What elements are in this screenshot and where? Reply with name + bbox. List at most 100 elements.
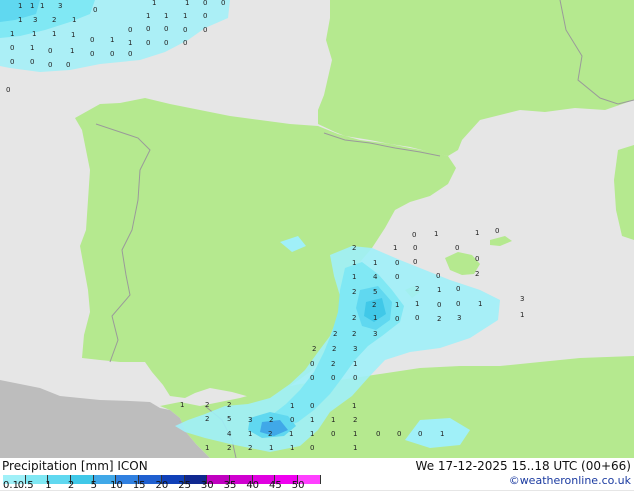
label-53: 1 — [352, 259, 356, 267]
label-73: 0 — [456, 300, 460, 308]
label-49: 2 — [352, 244, 356, 252]
label-14: 1 — [164, 12, 168, 20]
label-29: 0 — [146, 39, 150, 47]
label-61: 4 — [373, 273, 378, 281]
label-59: 1 — [352, 273, 356, 281]
label-19: 1 — [52, 30, 56, 38]
map-footer: Precipitation [mm] ICON We 17-12-2025 15… — [0, 458, 634, 491]
label-102: 3 — [248, 416, 252, 424]
label-39: 0 — [48, 61, 52, 69]
label-12: 1 — [72, 16, 76, 24]
legend-tick: 1 — [45, 480, 52, 491]
label-22: 0 — [146, 25, 150, 33]
label-40: 0 — [128, 50, 132, 58]
label-47: 1 — [475, 229, 479, 237]
label-27: 1 — [110, 36, 114, 44]
legend-tick: 45 — [269, 480, 282, 491]
label-113: 0 — [331, 430, 335, 438]
legend-tick: 0.5 — [17, 480, 34, 491]
label-24: 0 — [183, 26, 187, 34]
label-58: 0 — [436, 272, 440, 280]
label-52: 0 — [455, 244, 459, 252]
label-32: 0 — [110, 50, 114, 58]
label-96: 2 — [227, 401, 231, 409]
label-98: 0 — [310, 402, 314, 410]
label-44: 1 — [30, 2, 34, 10]
label-107: 2 — [353, 416, 357, 424]
label-28: 1 — [128, 39, 132, 47]
label-74: 1 — [478, 300, 482, 308]
label-111: 1 — [289, 430, 293, 438]
label-3: 3 — [58, 2, 62, 10]
label-69: 2 — [372, 301, 376, 309]
label-70: 1 — [395, 301, 399, 309]
label-84: 3 — [373, 330, 377, 338]
label-86: 2 — [332, 345, 336, 353]
label-18: 1 — [32, 30, 36, 38]
label-11: 2 — [52, 16, 56, 24]
label-1: 1 — [18, 2, 22, 10]
label-7: 0 — [203, 0, 207, 7]
label-112: 1 — [310, 430, 314, 438]
legend-tick: 50 — [291, 480, 305, 491]
label-99: 1 — [352, 402, 356, 410]
label-67: 5 — [373, 288, 377, 296]
label-106: 1 — [331, 416, 335, 424]
label-30: 0 — [164, 39, 168, 47]
label-108: 4 — [227, 430, 232, 438]
label-77: 1 — [373, 314, 377, 322]
label-13: 1 — [146, 12, 150, 20]
label-72: 0 — [437, 301, 441, 309]
label-117: 0 — [418, 430, 422, 438]
label-75: 1 — [520, 311, 524, 319]
label-62: 2 — [475, 270, 479, 278]
label-90: 1 — [353, 360, 357, 368]
label-38: 0 — [30, 58, 34, 66]
label-25: 0 — [203, 26, 207, 34]
label-5: 1 — [152, 0, 156, 7]
label-103: 2 — [269, 416, 273, 424]
label-4: 0 — [93, 6, 97, 14]
label-71: 1 — [415, 300, 419, 308]
label-115: 0 — [376, 430, 380, 438]
label-50: 1 — [393, 244, 397, 252]
label-46: 1 — [434, 230, 438, 238]
label-124: 0 — [310, 444, 314, 452]
label-56: 0 — [413, 258, 417, 266]
precipitation-map: 1 1 3 0 1 1 0 0 1 3 2 1 1 1 1 0 1 1 1 1 … — [0, 0, 634, 459]
label-110: 2 — [268, 430, 272, 438]
legend-tick: 20 — [155, 480, 169, 491]
label-37: 0 — [10, 58, 14, 66]
label-81: 3 — [457, 314, 461, 322]
legend-tick-labels: 0.1 0.5 1 2 5 10 15 20 25 30 35 40 45 50 — [0, 480, 634, 491]
label-33: 0 — [10, 44, 14, 52]
label-87: 3 — [353, 345, 357, 353]
label-122: 1 — [269, 444, 273, 452]
label-119: 1 — [205, 444, 209, 452]
label-121: 2 — [248, 444, 252, 452]
label-34: 1 — [30, 44, 34, 52]
label-125: 1 — [353, 444, 357, 452]
legend-tick: 10 — [110, 480, 123, 491]
label-17: 1 — [10, 30, 14, 38]
label-64: 2 — [415, 285, 419, 293]
label-63: 2 — [352, 288, 356, 296]
legend-tick: 15 — [132, 480, 146, 491]
label-80: 2 — [437, 315, 441, 323]
label-21: 0 — [128, 26, 132, 34]
label-20: 1 — [71, 31, 75, 39]
label-114: 1 — [353, 430, 357, 438]
legend-tick: 35 — [223, 480, 237, 491]
label-76: 2 — [352, 314, 356, 322]
label-97: 1 — [290, 402, 294, 410]
label-35: 0 — [48, 47, 52, 55]
label-89: 2 — [331, 360, 335, 368]
label-48: 0 — [495, 227, 499, 235]
label-45: 0 — [412, 231, 416, 239]
label-54: 1 — [373, 259, 377, 267]
label-82: 2 — [333, 330, 337, 338]
label-55: 0 — [395, 259, 399, 267]
label-41: 0 — [6, 86, 10, 94]
label-68: 3 — [520, 295, 524, 303]
label-9: 1 — [18, 16, 22, 24]
